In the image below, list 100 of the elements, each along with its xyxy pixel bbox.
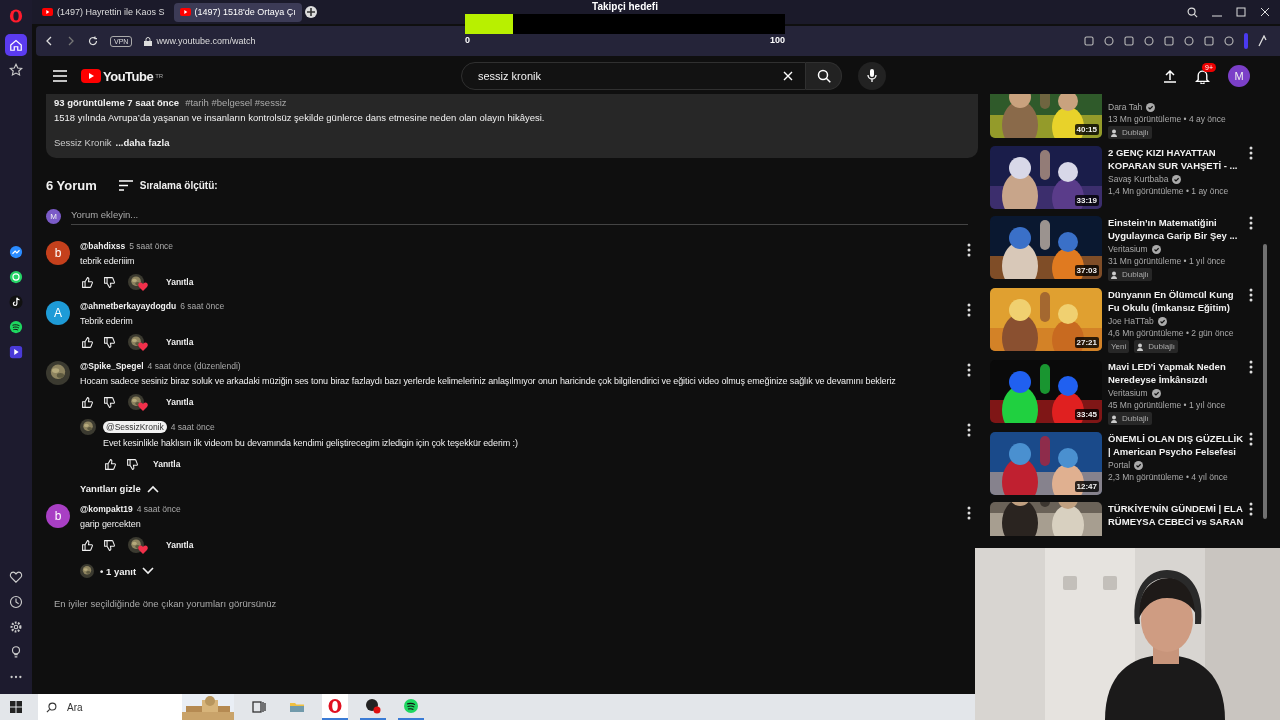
video-title[interactable]: ÖNEMLİ OLAN DIŞ GÜZELLİK | American Psycho Felsefesi (1108, 432, 1245, 458)
reply-button[interactable]: Yanıtla (153, 459, 181, 469)
comment-time[interactable]: 6 saat önce (180, 301, 225, 311)
comments-note: En iyiler seçildiğinde öne çıkan yorumları görürsünüz (54, 598, 278, 609)
video-badge: Yeni (1108, 340, 1130, 353)
notifications-icon[interactable] (1195, 68, 1210, 84)
more-options-button[interactable] (1247, 360, 1255, 376)
video-badge: Dublajlı (1108, 268, 1152, 281)
maximize-icon[interactable] (1236, 7, 1246, 17)
browser-tab[interactable]: (1497) 1518'de Ortaya Çı (173, 2, 302, 22)
like-button[interactable] (80, 395, 94, 409)
video-badge: Dublajlı (1108, 412, 1152, 425)
replies-toggle[interactable]: Yanıtları gizle (80, 483, 159, 494)
channel-name[interactable]: Portal (1108, 460, 1131, 470)
dislike-button[interactable] (102, 335, 116, 349)
more-options-button[interactable] (1247, 288, 1255, 304)
taskbar-search-field[interactable]: Ara (38, 694, 234, 720)
description-box[interactable]: 93 görüntüleme 7 saat önce #tarih #belgesel #sessiz 1518 yılında Avrupa’da yaşanan ve insanların kontrolsüz şekilde günlerce dans etmesine neden olan olayın hikâyesi. Sessiz Kronik ...daha fazla (46, 94, 978, 158)
play-icon (179, 8, 191, 16)
channel-name[interactable]: Joe HaTTab (1108, 316, 1154, 326)
clear-icon[interactable] (783, 71, 793, 81)
url-field[interactable]: www.youtube.com/watch (156, 36, 256, 46)
back-icon[interactable] (44, 36, 54, 46)
comment-time[interactable]: 5 saat önce (129, 241, 174, 251)
comment-author[interactable]: @ahmetberkayaydogdu (80, 301, 177, 311)
account-avatar[interactable]: M (1228, 65, 1250, 87)
lock-icon (144, 36, 153, 46)
reply-button[interactable]: Yanıtla (166, 397, 194, 407)
comment-author[interactable]: @bahdixss (80, 241, 126, 251)
browser-tab[interactable]: (1497) Hayrettin ile Kaos S (36, 2, 171, 22)
comment-time[interactable]: 4 saat önce (düzenlendi) (147, 361, 241, 371)
more-options-button[interactable] (1247, 146, 1255, 162)
reply-button[interactable]: Yanıtla (166, 540, 194, 550)
sidebar-toggle[interactable] (1244, 33, 1248, 49)
like-button[interactable] (103, 457, 117, 471)
goal-title: Takipçi hedefi (592, 0, 658, 14)
like-button[interactable] (80, 335, 94, 349)
comment-text: Evet kesinlikle haklısın ilk videom bu devamında kendimi geliştirecegim izledigin için çok teşekkür ederim :) (103, 437, 519, 449)
home-icon[interactable] (5, 34, 27, 56)
description-text: Sessiz Kronik (54, 137, 112, 148)
new-tab-button[interactable] (304, 6, 317, 18)
video-title[interactable]: TÜRKİYE'NİN GÜNDEMİ | ELA RÜMEYSA CEBECİ vs SARAN (1108, 502, 1245, 528)
menu-icon[interactable] (53, 70, 67, 82)
video-duration: 12:47 (1074, 481, 1099, 492)
channel-name[interactable]: Veritasium (1108, 388, 1148, 398)
comment-time[interactable]: 4 saat önce (170, 422, 215, 432)
upload-icon[interactable] (1163, 69, 1177, 83)
goal-max: 100 (769, 35, 785, 45)
dislike-button[interactable] (102, 538, 116, 552)
sort-icon (118, 179, 133, 191)
reply-button[interactable]: Yanıtla (166, 277, 194, 287)
search-icon (46, 701, 57, 713)
hashtags[interactable]: #tarih #belgesel #sessiz (185, 97, 287, 108)
microphone-icon (867, 69, 877, 83)
user-avatar[interactable]: b (46, 504, 70, 528)
more-options-button[interactable] (1247, 432, 1255, 448)
reply-button[interactable]: Yanıtla (166, 337, 194, 347)
play-icon (42, 8, 53, 16)
replies-toggle[interactable]: • 1 yanıt (80, 564, 155, 578)
video-stats: 2,3 Mn görüntüleme • 4 yıl önce (1108, 472, 1229, 482)
comment-text: garip gercekten (80, 518, 142, 530)
comment-author[interactable]: @kompakt19 (80, 504, 133, 514)
start-icon[interactable] (10, 701, 22, 713)
youtube-logo[interactable]: YouTube$^{TR}$ (81, 68, 164, 84)
dislike-button[interactable] (102, 395, 116, 409)
sort-button[interactable]: Sıralama ölçütü: (118, 179, 218, 191)
opera-icon[interactable] (322, 694, 348, 720)
scrollbar[interactable] (1263, 244, 1267, 519)
search-button[interactable] (806, 62, 842, 90)
comment-author[interactable]: @SessizKronik (103, 421, 167, 433)
comment-text: Hocam sadece sesiniz biraz soluk ve arkadaki müziğin ses tonu biraz fazlaydı bazı yerlerde kelimeleriniz anlaşılmıyor onun haricinde çok bilgilendirici ve eğitici video olmuş emeğinize sağlık ve devamını bekleriz (80, 375, 897, 387)
show-more-link[interactable]: ...daha fazla (115, 137, 170, 148)
channel-name[interactable]: Veritasium (1108, 244, 1148, 254)
more-options-button[interactable] (1247, 216, 1255, 232)
video-title[interactable]: Einstein’ın Matematiğini Uygulayınca Garip Bir Şey ... (1108, 216, 1245, 242)
dislike-button[interactable] (125, 457, 139, 471)
reload-icon[interactable] (88, 36, 98, 46)
search-field[interactable]: sessiz kronik (461, 62, 806, 90)
like-button[interactable] (80, 275, 94, 289)
video-title[interactable]: Mavi LED'i Yapmak Neden Neredeyse İmkânsızdı (1108, 360, 1245, 386)
video-badge: Dublajlı (1134, 340, 1178, 353)
dislike-button[interactable] (102, 275, 116, 289)
user-avatar[interactable]: b (46, 241, 70, 265)
close-icon[interactable] (1260, 7, 1270, 17)
channel-name[interactable]: Dara Tah (1108, 102, 1143, 112)
forward-icon[interactable] (66, 36, 76, 46)
microphone-button[interactable] (858, 62, 886, 90)
comment-input[interactable]: Yorum ekleyin... (71, 207, 968, 225)
comment-author[interactable]: @Spike_Spegel (80, 361, 144, 371)
like-button[interactable] (80, 538, 94, 552)
search-icon[interactable] (1187, 6, 1198, 18)
more-options-button[interactable] (1247, 502, 1255, 518)
channel-name[interactable]: Savaş Kurtbaba (1108, 174, 1169, 184)
description-text: 1518 yılında Avrupa’da yaşanan ve insanların kontrolsüz şekilde günlerce dans etmesine neden olan olayın hikâyesi. (54, 111, 546, 124)
comment-time[interactable]: 4 saat önce (136, 504, 181, 514)
video-stats: 45 Mn görüntüleme • 1 yıl önce (1108, 400, 1227, 410)
video-title[interactable]: 2 GENÇ KIZI HAYATTAN KOPARAN SUR VAHŞETİ - ... (1108, 146, 1245, 172)
opera-logo-icon[interactable] (9, 9, 23, 23)
video-duration: 27:21 (1074, 337, 1099, 348)
video-title[interactable]: Dünyanın En Ölümcül Kung Fu Okulu (İmkansız Eğitim) (1108, 288, 1245, 314)
